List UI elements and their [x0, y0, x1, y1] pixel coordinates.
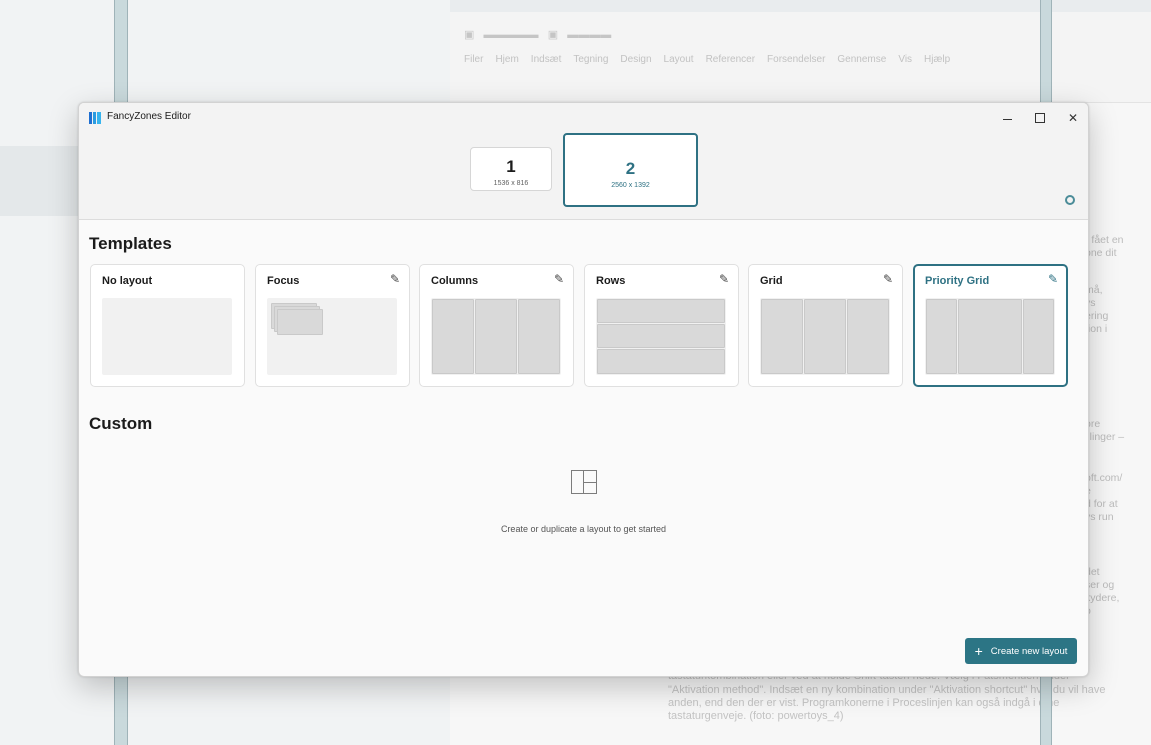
layout-preview — [760, 298, 890, 375]
edit-pencil-icon[interactable]: ✎ — [554, 272, 564, 286]
empty-state-text: Create or duplicate a layout to get star… — [500, 524, 667, 534]
layout-preview — [925, 298, 1055, 375]
zone — [597, 324, 725, 348]
template-card-grid[interactable]: Grid ✎ — [748, 264, 903, 387]
template-name: Priority Grid — [925, 275, 990, 287]
app-title: FancyZones Editor — [107, 111, 191, 122]
layout-preview — [431, 298, 561, 375]
template-name: No layout — [102, 275, 153, 287]
template-card-rows[interactable]: Rows ✎ — [584, 264, 739, 387]
custom-heading: Custom — [89, 414, 153, 433]
plus-icon: + — [974, 643, 983, 659]
templates-heading: Templates — [89, 234, 172, 253]
close-button[interactable]: ✕ — [1055, 105, 1088, 131]
title-bar: FancyZones Editor ✕ — [79, 103, 1088, 133]
gear-icon[interactable] — [1065, 195, 1075, 205]
maximize-button[interactable] — [1022, 105, 1058, 131]
close-icon: ✕ — [1067, 111, 1079, 125]
zone — [277, 309, 323, 335]
zone — [847, 299, 889, 374]
layout-preview — [267, 298, 397, 375]
edit-pencil-icon[interactable]: ✎ — [719, 272, 729, 286]
fancyzones-editor-window: FancyZones Editor ✕ 1 1536 x 816 2 2560 … — [78, 102, 1089, 677]
edit-pencil-icon[interactable]: ✎ — [883, 272, 893, 286]
template-card-no-layout[interactable]: No layout — [90, 264, 245, 387]
layout-preview — [102, 298, 232, 375]
maximize-icon — [1035, 113, 1045, 123]
monitor-resolution: 2560 x 1392 — [611, 182, 650, 189]
template-name: Columns — [431, 275, 479, 287]
layout-grid-icon — [571, 470, 597, 494]
edit-pencil-icon[interactable]: ✎ — [1048, 272, 1058, 286]
template-card-priority-grid[interactable]: Priority Grid ✎ — [913, 264, 1068, 387]
zone — [958, 299, 1022, 374]
minimize-button[interactable] — [989, 105, 1025, 131]
monitor-1-button[interactable]: 1 1536 x 816 — [470, 147, 552, 191]
template-card-columns[interactable]: Columns ✎ — [419, 264, 574, 387]
layout-preview — [596, 298, 726, 375]
monitor-resolution: 1536 x 816 — [493, 180, 529, 187]
zone — [804, 299, 846, 374]
zone — [518, 299, 560, 374]
template-name: Grid — [760, 275, 783, 287]
create-button-label: Create new layout — [990, 645, 1068, 657]
zone — [597, 349, 725, 374]
monitor-selector: 1 1536 x 816 2 2560 x 1392 — [79, 133, 1088, 220]
template-name: Focus — [267, 275, 300, 287]
edit-pencil-icon[interactable]: ✎ — [390, 272, 400, 286]
zone — [926, 299, 957, 374]
zone — [475, 299, 517, 374]
monitor-number: 2 — [625, 159, 636, 178]
monitor-2-button[interactable]: 2 2560 x 1392 — [563, 133, 698, 207]
zone — [1023, 299, 1054, 374]
template-name: Rows — [596, 275, 626, 287]
minimize-icon — [1002, 118, 1012, 120]
zone — [597, 299, 725, 323]
fancyzones-icon — [89, 112, 102, 124]
create-new-layout-button[interactable]: + Create new layout — [965, 638, 1077, 664]
zone — [761, 299, 803, 374]
zone — [432, 299, 474, 374]
template-card-focus[interactable]: Focus ✎ — [255, 264, 410, 387]
monitor-number: 1 — [506, 157, 516, 176]
